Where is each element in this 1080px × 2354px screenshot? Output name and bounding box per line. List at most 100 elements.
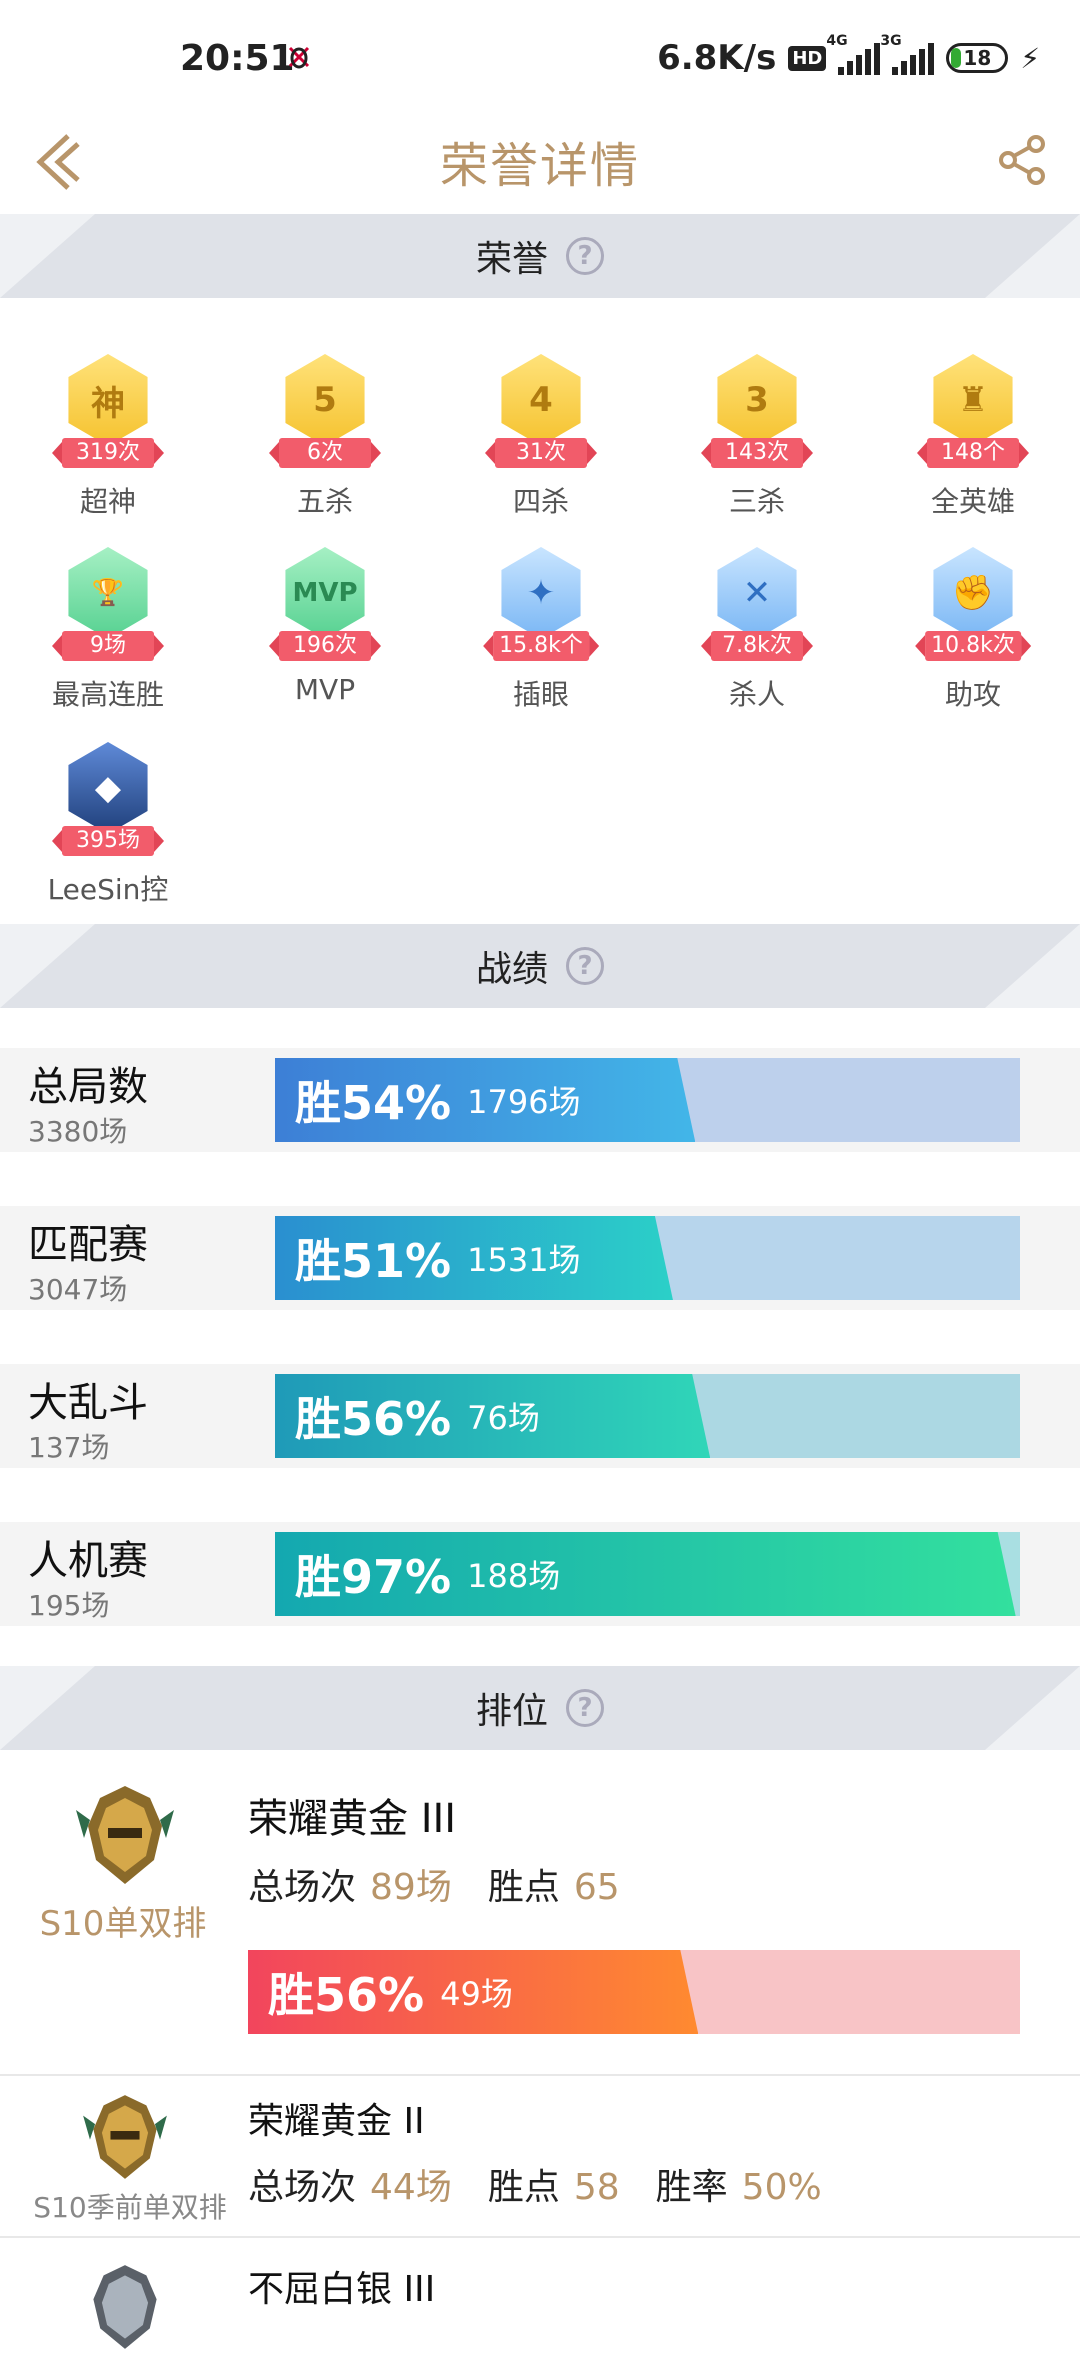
honor-count: 395场 [52, 826, 164, 856]
win-percent: 胜54% [295, 1076, 452, 1130]
win-count: 1531场 [467, 1241, 581, 1279]
rank-season: S10单双排 [39, 1904, 207, 1944]
record-mode-name: 人机赛 [28, 1538, 148, 1584]
honor-badge[interactable]: 神 319次 超神 [18, 322, 198, 518]
win-percent: 胜56% [295, 1392, 452, 1446]
net-speed: 6.8K/s [657, 38, 777, 78]
rank-stats: 总场次 89场 胜点 65 [248, 1867, 620, 1908]
honor-badge[interactable]: ◆ 395场 LeeSin控 [18, 710, 198, 906]
honor-badge-icon: 🏆 [68, 547, 148, 639]
honor-badge[interactable]: ♜ 148个全英雄 [883, 322, 1063, 518]
record-total-games: 3047场 [28, 1273, 128, 1306]
signal-3g-icon: 3G [880, 33, 935, 75]
honor-badge-icon: 5 [285, 354, 365, 446]
win-count: 1796场 [467, 1083, 581, 1121]
rank-tier: 荣耀黄金 II [248, 2101, 425, 2142]
honor-badge-icon: ✊ [933, 547, 1013, 639]
honor-label: 超神 [79, 485, 136, 518]
record-title: 战绩 [475, 949, 548, 990]
honor-badge[interactable]: 🏆 9场最高连胜 [18, 515, 198, 711]
rank-tier: 荣耀黄金 III [248, 1796, 457, 1842]
help-icon[interactable]: ? [566, 947, 604, 985]
record-total-games: 137场 [28, 1431, 110, 1464]
rank-win-percent: 胜56% [268, 1968, 425, 2022]
share-icon[interactable] [994, 132, 1050, 188]
honor-count: 143次 [701, 438, 813, 468]
honor-label: 最高连胜 [51, 678, 164, 711]
rank-entry[interactable]: 不屈白银 III [0, 2238, 1080, 2349]
honor-label: 杀人 [728, 678, 785, 711]
honor-count: 31次 [485, 438, 597, 468]
status-time: 20:51 [180, 38, 295, 79]
honor-badge[interactable]: ✊ 10.8k次 助攻 [883, 515, 1063, 711]
rank-win-count: 49场 [440, 1975, 513, 2013]
help-icon[interactable]: ? [566, 237, 604, 275]
record-row[interactable]: 人机赛 195场 胜97% 188场 [0, 1522, 1080, 1626]
honors-title: 荣誉 [475, 239, 548, 280]
signal-4g-icon: 4G [826, 33, 881, 75]
honor-badge[interactable]: 5 6次五杀 [235, 322, 415, 518]
win-percent: 胜51% [295, 1234, 452, 1288]
record-total-games: 195场 [28, 1589, 110, 1622]
honor-label: 全英雄 [930, 485, 1015, 518]
honor-label: 四杀 [512, 485, 569, 518]
hd-icon: HD [788, 45, 827, 71]
record-mode-name: 总局数 [28, 1064, 148, 1110]
nav-bar: 荣誉详情 [0, 110, 1080, 214]
honor-count: 7.8k次 [701, 631, 813, 661]
honor-badge-icon: ◆ [68, 742, 148, 834]
honor-badge[interactable]: MVP 196次 MVP [235, 515, 415, 706]
honor-label: LeeSin控 [47, 873, 169, 906]
help-icon[interactable]: ? [566, 1689, 604, 1727]
rank-title: 排位 [475, 1691, 548, 1732]
rank-entry[interactable]: S10季前单双排 荣耀黄金 II 总场次 44场 胜点 58 胜率 50% [0, 2076, 1080, 2236]
honor-count: 319次 [52, 438, 164, 468]
page-title: 荣誉详情 [439, 138, 640, 194]
honor-label: 三杀 [728, 485, 785, 518]
honor-badge[interactable]: ✕ 7.8k次杀人 [667, 515, 847, 711]
rank-tier: 不屈白银 III [248, 2269, 436, 2310]
record-row[interactable]: 匹配赛 3047场 胜51% 1531场 [0, 1206, 1080, 1310]
notification-icon [288, 46, 310, 69]
honor-count: 15.8k个 [483, 631, 599, 661]
honor-badge[interactable]: 4 31次四杀 [451, 322, 631, 518]
honor-label: 插眼 [512, 678, 569, 711]
honor-badge-icon: 4 [501, 354, 581, 446]
win-count: 188场 [467, 1557, 561, 1595]
honor-count: 10.8k次 [915, 631, 1031, 661]
honors-header: 荣誉 ? [0, 214, 1080, 298]
battery-icon: 18 [946, 43, 1009, 73]
honor-label: 助攻 [944, 678, 1001, 711]
record-header: 战绩 ? [0, 924, 1080, 1008]
honor-label: MVP [294, 673, 356, 706]
gold-rank-emblem-icon [83, 2095, 167, 2179]
winrate-bar: 胜97% 188场 [275, 1532, 1020, 1616]
honors-grid: 神 319次 超神 5 6次 五杀 4 31次 四杀 3 143次 三杀 ♜ 148个 全英雄 🏆 9场 最高连胜… [0, 300, 1080, 924]
honor-label: 五杀 [296, 485, 353, 518]
honor-badge-icon: ✦ [501, 547, 581, 639]
status-bar: 20:51 6.8K/s HD 4G 3G 18 ⚡ [0, 0, 1080, 110]
honor-count: 6次 [269, 438, 381, 468]
rank-entry[interactable]: S10单双排 荣耀黄金 III 总场次 89场 胜点 65 胜56% 49场 [0, 1750, 1080, 2074]
honor-count: 196次 [269, 631, 381, 661]
honor-badge-icon: MVP [285, 547, 365, 639]
gold-rank-emblem-icon [76, 1786, 174, 1884]
rank-stats: 总场次 44场 胜点 58 胜率 50% [248, 2167, 822, 2208]
honor-badge[interactable]: 3 143次三杀 [667, 322, 847, 518]
honor-count: 148个 [917, 438, 1029, 468]
rank-header: 排位 ? [0, 1666, 1080, 1750]
winrate-bar: 胜56% 76场 [275, 1374, 1020, 1458]
record-row[interactable]: 大乱斗 137场 胜56% 76场 [0, 1364, 1080, 1468]
win-count: 76场 [467, 1399, 540, 1437]
honor-badge-icon: ♜ [933, 354, 1013, 446]
record-row[interactable]: 总局数 3380场 胜54% 1796场 [0, 1048, 1080, 1152]
rank-season: S10季前单双排 [33, 2191, 227, 2224]
honor-badge[interactable]: ✦ 15.8k个 插眼 [451, 515, 631, 711]
honor-badge-icon: ✕ [717, 547, 797, 639]
record-mode-name: 大乱斗 [28, 1380, 148, 1426]
record-mode-name: 匹配赛 [28, 1222, 148, 1268]
record-total-games: 3380场 [28, 1115, 128, 1148]
honor-badge-icon: 3 [717, 354, 797, 446]
rank-winrate-bar: 胜56% 49场 [248, 1950, 1020, 2034]
honor-count: 9场 [52, 631, 164, 661]
